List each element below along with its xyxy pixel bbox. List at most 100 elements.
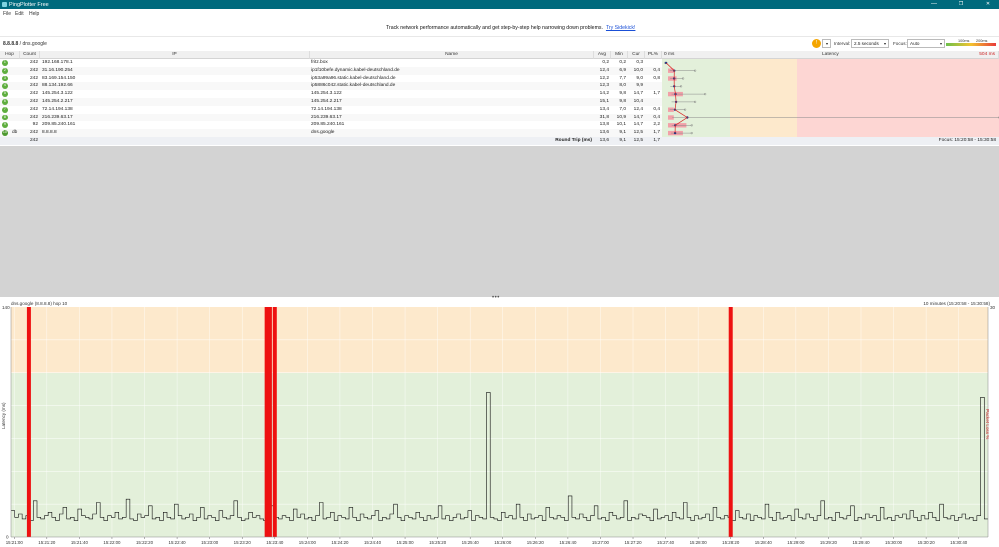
summary-label: Round Trip (ms) [555, 138, 592, 143]
table-row[interactable]: 6 242 145.254.2.217 145.254.2.217 15,1 9,8 10,… [0, 98, 662, 106]
alert-icon[interactable]: ! [812, 39, 821, 48]
cell-name: ip5886c042.static.kabel-deutschland.de [311, 83, 396, 89]
menu-file[interactable]: File [3, 11, 11, 17]
table-row[interactable]: 2 242 31.16.190.254 ip1f10befe.dynamic.kabe… [0, 66, 662, 75]
cell-cur: 9,0 [636, 75, 643, 81]
col-hop[interactable]: Hop [0, 51, 20, 59]
cell-count: 242 [29, 114, 38, 120]
x-tick-label: 15:23:40 [266, 540, 284, 545]
minimize-button[interactable]: — [923, 0, 945, 9]
x-tick-label: 15:28:40 [755, 540, 773, 545]
x-tick-label: 15:26:20 [527, 540, 545, 545]
cell-min: 6,9 [619, 67, 626, 73]
row-icon [12, 90, 19, 98]
empty-area [0, 146, 999, 297]
scale-high-label: 200ms [976, 38, 988, 43]
cell-pl: 1,7 [653, 130, 660, 136]
cell-name: ip53a99a96.static.kabel-deutschland.de [311, 75, 396, 81]
cell-count: 242 [29, 67, 38, 73]
cell-name: fritz.box [311, 60, 328, 65]
latency-axis-max: 504 ms [979, 52, 995, 57]
y2-axis-label: Packet Loss % [985, 409, 990, 440]
x-tick-label: 15:27:00 [592, 540, 610, 545]
table-row[interactable]: 3 242 83.169.154.150 ip53a99a96.static.kabe… [0, 75, 662, 83]
interval-select[interactable]: 2.5 seconds ▾ [851, 39, 889, 48]
cell-min: 10,1 [616, 122, 626, 128]
x-tick-label: 15:26:00 [494, 540, 512, 545]
menu-edit[interactable]: Edit [15, 11, 24, 17]
x-tick-label: 15:21:00 [6, 540, 24, 545]
cell-ip: 216.239.63.17 [42, 114, 73, 120]
col-ip[interactable]: IP [40, 51, 310, 59]
cell-pl: 1,7 [653, 91, 660, 97]
x-tick-label: 15:24:40 [364, 540, 382, 545]
cell-count: 242 [29, 130, 38, 136]
col-cur[interactable]: Cur [628, 51, 645, 59]
x-tick-label: 15:26:40 [559, 540, 577, 545]
cell-count: 242 [29, 83, 38, 89]
summary-cur: 12,5 [633, 138, 643, 143]
cell-avg: 13,6 [599, 130, 609, 136]
x-tick-label: 15:30:00 [885, 540, 903, 545]
x-tick-label: 15:30:40 [950, 540, 968, 545]
cell-min: 9,8 [619, 99, 626, 104]
sidekick-link[interactable]: Try Sidekick! [606, 25, 636, 31]
cell-name: 145.254.3.122 [311, 91, 342, 97]
close-button[interactable]: ✕ [977, 0, 999, 9]
col-min[interactable]: Min [611, 51, 628, 59]
row-icon [12, 106, 19, 114]
table-row[interactable]: 1 242 192.168.178.1 fritz.box 0,2 0,2 0,3 [0, 59, 662, 67]
cell-pl: 0,8 [653, 75, 660, 81]
col-count[interactable]: Count [20, 51, 40, 59]
cell-name: 209.85.240.161 [311, 122, 345, 128]
cell-cur: 14,7 [633, 91, 643, 97]
alert-dropdown[interactable]: ▾ [822, 39, 831, 48]
table-row[interactable]: 4 242 88.134.192.66 ip5886c042.static.kabel… [0, 82, 662, 91]
latency-header-label: Latency [822, 52, 839, 57]
cell-ip: 31.16.190.254 [42, 67, 73, 73]
row-icon [12, 82, 19, 90]
cell-min: 10,9 [616, 114, 626, 120]
latency-scale-bar [946, 43, 996, 46]
round-trip-summary: 242 Round Trip (ms) 13,6 9,1 12,5 1,7 Fo… [0, 137, 999, 145]
col-avg[interactable]: Avg [594, 51, 611, 59]
cell-avg: 14,2 [599, 91, 609, 97]
chevron-down-icon: ▾ [883, 41, 886, 46]
trace-table: Hop Count IP Name Avg Min Cur PL% 0 ms L… [0, 51, 999, 146]
title-bar: PingPlotter Free — ❐ ✕ [0, 0, 999, 9]
cell-ip: 209.85.240.161 [42, 122, 76, 128]
focus-select[interactable]: Auto ▾ [907, 39, 945, 48]
x-tick-label: 15:23:00 [201, 540, 219, 545]
table-row[interactable]: 5 242 145.254.3.122 145.254.3.122 14,2 9,8 14,… [0, 90, 662, 98]
promo-banner: Track network performance automatically … [0, 17, 999, 37]
table-row[interactable]: 10 db 242 8.8.8.8 dns.google 13,6 9,1 12,5 1,7 [0, 129, 662, 137]
col-name[interactable]: Name [310, 51, 594, 59]
packet-loss-bar [728, 307, 733, 537]
table-row[interactable]: 8 242 216.239.63.17 216.239.63.17 31,8 10,9 14… [0, 113, 662, 122]
chevron-down-icon: ▾ [825, 41, 828, 46]
y2-max-label: 30 [990, 305, 996, 310]
cell-ip: 145.254.2.217 [42, 99, 73, 104]
col-latency[interactable]: 0 ms Latency 504 ms [662, 51, 999, 59]
menu-help[interactable]: Help [29, 11, 39, 17]
latency-panel [662, 59, 999, 137]
cell-count: 242 [29, 106, 38, 112]
latency-chart[interactable]: 15:21:00 15:21:20 15:21:40 15:22:00 15:22:20… [0, 301, 999, 547]
chevron-down-icon: ▾ [939, 41, 942, 46]
hop-badge: 5 [2, 91, 8, 97]
maximize-button[interactable]: ❐ [950, 0, 972, 9]
x-tick-label: 15:29:40 [852, 540, 870, 545]
summary-avg: 13,6 [599, 138, 609, 143]
cell-count: 242 [29, 75, 38, 81]
menu-bar: File Edit Help [0, 9, 999, 17]
row-icon [12, 98, 19, 106]
latency-axis-min: 0 ms [664, 52, 675, 57]
col-pl[interactable]: PL% [645, 51, 662, 59]
cell-ip: 8.8.8.8 [42, 130, 57, 136]
x-tick-label: 15:24:00 [299, 540, 317, 545]
hop-badge: 3 [2, 75, 8, 82]
table-row[interactable]: 9 92 209.85.240.161 209.85.240.161 13,8 10,1 1… [0, 121, 662, 129]
table-row[interactable]: 7 242 72.14.194.138 72.14.194.138 13,4 7,0 12,… [0, 106, 662, 114]
hop-badge: 8 [2, 114, 8, 121]
cell-name: 72.14.194.138 [311, 106, 342, 112]
